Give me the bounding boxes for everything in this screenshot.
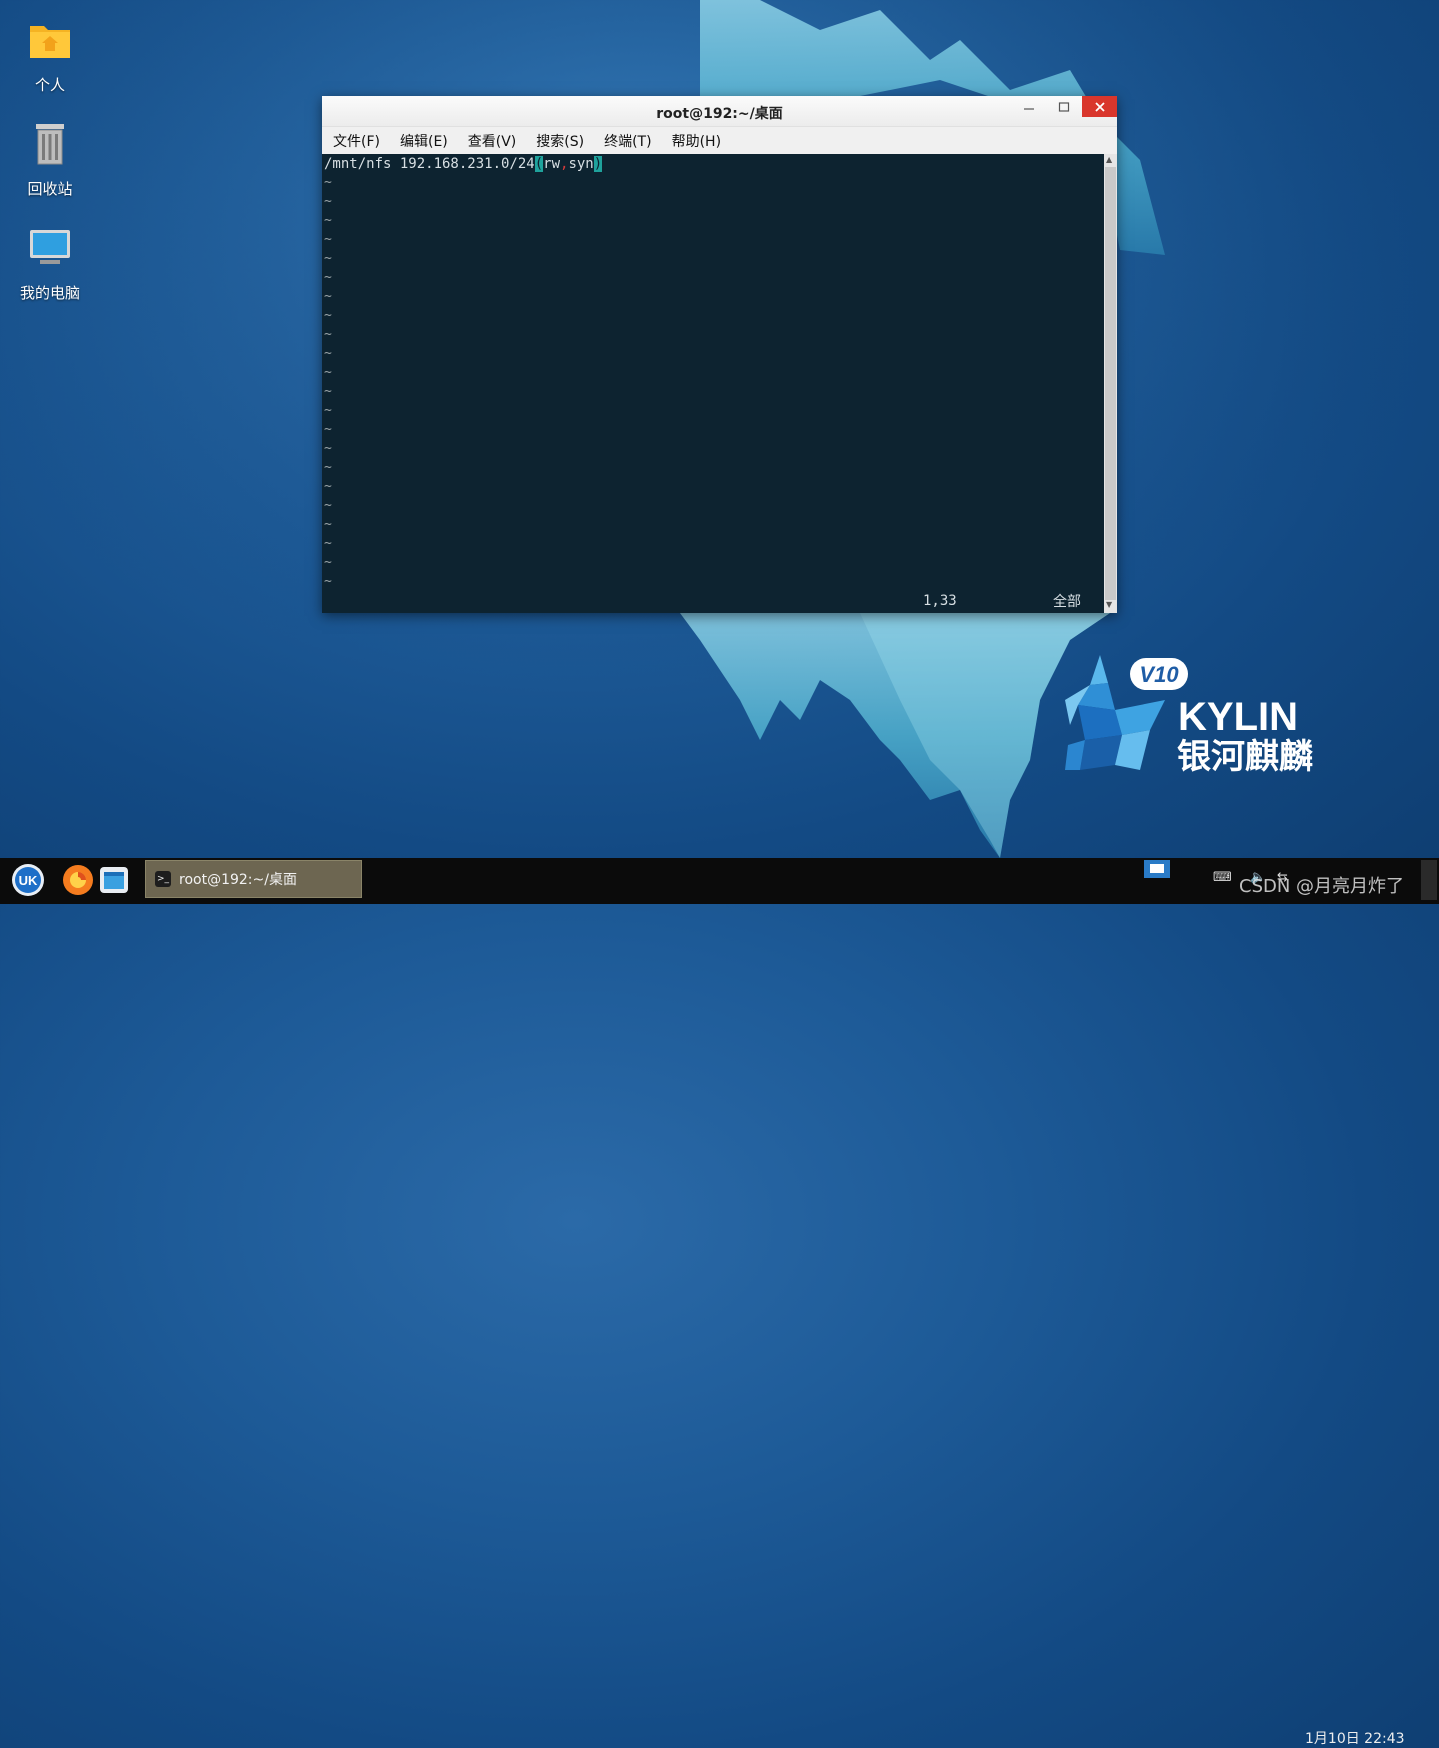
close-button[interactable]	[1082, 96, 1117, 117]
menu-search[interactable]: 搜索(S)	[536, 131, 584, 151]
empty-line-marker: ~	[324, 555, 332, 570]
scroll-down-icon[interactable]: ▼	[1106, 600, 1112, 609]
scroll-indicator: 全部	[1053, 594, 1081, 610]
empty-line-marker: ~	[324, 498, 332, 513]
logo-chinese-name: 银河麒麟	[1177, 737, 1313, 777]
empty-line-marker: ~	[324, 479, 332, 494]
svg-text:UK: UK	[19, 873, 38, 888]
firefox-icon[interactable]	[61, 863, 95, 897]
desktop-icon-trash[interactable]: 回收站	[0, 120, 100, 199]
empty-line-marker: ~	[324, 270, 332, 285]
start-menu-icon[interactable]: UK	[11, 863, 45, 897]
logo-name: KYLIN	[1178, 695, 1298, 739]
export-path: /mnt/nfs 192.168.231.0/24	[324, 156, 535, 172]
terminal-icon: >_	[155, 871, 171, 887]
minimize-icon	[1024, 107, 1034, 110]
close-icon	[1094, 101, 1105, 112]
menu-view[interactable]: 查看(V)	[468, 131, 517, 151]
csdn-watermark: CSDN @月亮月炸了	[1239, 876, 1405, 897]
option-syn: syn	[568, 156, 594, 172]
maximize-icon	[1058, 101, 1070, 112]
menu-file[interactable]: 文件(F)	[333, 131, 380, 151]
empty-line-marker: ~	[324, 365, 332, 380]
empty-line-marker: ~	[324, 460, 332, 475]
open-paren: (	[534, 156, 544, 172]
terminal-area[interactable]: /mnt/nfs 192.168.231.0/24(rw,syn) ~ ~ ~ ~ ~ ~…	[322, 154, 1104, 613]
window-titlebar[interactable]: root@192:~/桌面	[322, 96, 1117, 126]
desktop-icon-computer[interactable]: 我的电脑	[0, 224, 100, 303]
empty-line-marker: ~	[324, 213, 332, 228]
menu-terminal[interactable]: 终端(T)	[604, 131, 651, 151]
terminal-window[interactable]: root@192:~/桌面 文件(F) 编辑(E) 查看(V) 搜索(S) 终端…	[322, 96, 1117, 613]
empty-line-marker: ~	[324, 175, 332, 190]
menu-help[interactable]: 帮助(H)	[672, 131, 721, 151]
desktop-icon-home[interactable]: 个人	[0, 16, 100, 95]
menu-edit[interactable]: 编辑(E)	[400, 131, 448, 151]
taskbar-terminal-item[interactable]: >_ root@192:~/桌面	[145, 860, 362, 898]
empty-line-marker: ~	[324, 346, 332, 361]
show-desktop-icon[interactable]	[1144, 860, 1170, 878]
menu-bar: 文件(F) 编辑(E) 查看(V) 搜索(S) 终端(T) 帮助(H)	[322, 126, 1117, 155]
empty-line-marker: ~	[324, 194, 332, 209]
taskbar: UK >_ root@192:~/桌面 ⌨ 🔈 ⇆ 1月10日 22:43	[0, 858, 1439, 1747]
terminal-line-1: /mnt/nfs 192.168.231.0/24(rw,syn)	[324, 156, 603, 172]
empty-line-marker: ~	[324, 441, 332, 456]
scrollbar-thumb[interactable]	[1105, 167, 1116, 600]
desktop-icon-label: 我的电脑	[19, 284, 80, 302]
option-rw: rw	[543, 156, 561, 172]
cursor-position: 1,33	[923, 593, 957, 609]
taskbar-task-title: root@192:~/桌面	[179, 872, 297, 888]
empty-line-marker: ~	[324, 384, 332, 399]
kylin-logo: V10 KYLIN 银河麒麟	[1065, 655, 1313, 777]
empty-line-marker: ~	[324, 574, 332, 589]
window-title: root@192:~/桌面	[656, 106, 783, 122]
empty-line-marker: ~	[324, 289, 332, 304]
logo-version: V10	[1139, 662, 1179, 687]
maximize-button[interactable]	[1047, 96, 1081, 117]
clock[interactable]: 1月10日 22:43	[1305, 1728, 1405, 1748]
minimize-button[interactable]	[1012, 96, 1046, 117]
scroll-up-icon[interactable]: ▲	[1106, 155, 1112, 164]
empty-line-marker: ~	[324, 403, 332, 418]
empty-line-marker: ~	[324, 422, 332, 437]
empty-line-marker: ~	[324, 232, 332, 247]
empty-line-marker: ~	[324, 536, 332, 551]
close-paren: )	[593, 156, 603, 172]
empty-line-marker: ~	[324, 251, 332, 266]
empty-line-marker: ~	[324, 517, 332, 532]
computer-icon	[30, 230, 70, 264]
folder-home-icon	[30, 26, 70, 58]
empty-line-marker: ~	[324, 327, 332, 342]
desktop-icon-label: 个人	[34, 76, 65, 94]
empty-line-marker: ~	[324, 308, 332, 323]
file-manager-icon[interactable]	[97, 863, 131, 897]
keyboard-icon[interactable]: ⌨	[1213, 870, 1232, 885]
trash-icon	[36, 124, 64, 165]
desktop-icon-label: 回收站	[27, 180, 73, 198]
show-desktop-corner[interactable]	[1421, 860, 1437, 900]
terminal-scrollbar[interactable]: ▲ ▼	[1104, 154, 1117, 613]
